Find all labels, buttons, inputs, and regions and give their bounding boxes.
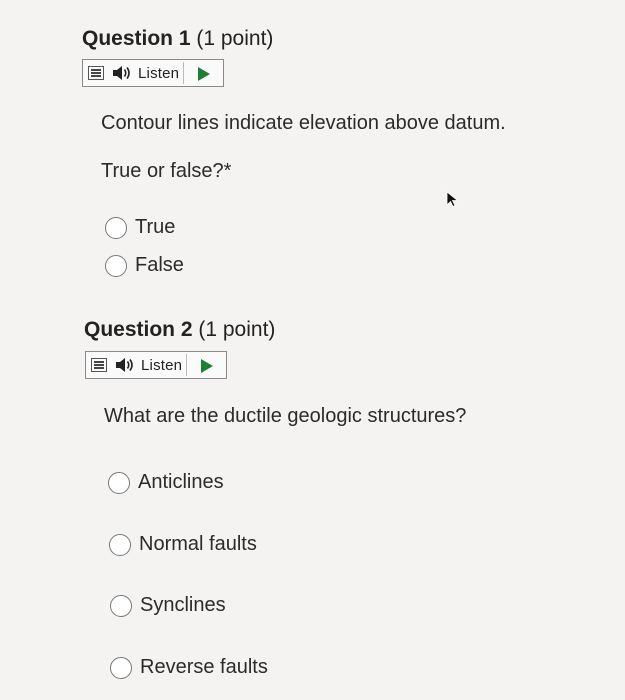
listen-button-q2[interactable]: Listen (141, 357, 182, 374)
question-2-option-reverse-faults[interactable]: Reverse faults (110, 656, 268, 679)
listen-toolbar-q2: Listen (85, 351, 227, 379)
option-label: Synclines (140, 594, 226, 616)
question-1-points: (1 point) (196, 27, 274, 50)
play-icon[interactable] (197, 67, 211, 86)
menu-icon[interactable] (88, 66, 104, 80)
question-2-prompt: What are the ductile geologic structures… (104, 405, 467, 427)
question-1-prompt-line-2: True or false?* (101, 160, 232, 182)
option-label: Reverse faults (140, 656, 268, 678)
option-label: True (135, 216, 176, 238)
question-2-option-anticlines[interactable]: Anticlines (108, 471, 224, 494)
mouse-pointer-icon (446, 191, 460, 212)
option-label: Normal faults (139, 533, 257, 555)
menu-icon[interactable] (91, 358, 107, 372)
radio-button[interactable] (109, 533, 131, 556)
toolbar-divider (183, 62, 184, 84)
toolbar-divider (186, 354, 187, 376)
speaker-icon (112, 65, 132, 81)
speaker-icon (115, 357, 135, 373)
radio-button[interactable] (105, 216, 127, 239)
question-2-points: (1 point) (198, 318, 276, 341)
radio-button[interactable] (110, 656, 132, 679)
option-label: False (135, 254, 184, 276)
question-1-prompt-line-1: Contour lines indicate elevation above d… (101, 112, 506, 134)
listen-toolbar-q1: Listen (82, 59, 224, 87)
question-2-title: Question 2 (84, 318, 193, 341)
listen-button-q1[interactable]: Listen (138, 65, 179, 82)
question-1-option-false[interactable]: False (105, 254, 184, 277)
question-1-option-true[interactable]: True (105, 216, 175, 239)
question-1-heading: Question 1 (1 point) (82, 27, 273, 51)
play-icon[interactable] (200, 359, 214, 378)
radio-button[interactable] (108, 471, 130, 494)
question-2-option-normal-faults[interactable]: Normal faults (109, 533, 257, 556)
radio-button[interactable] (105, 254, 127, 277)
option-label: Anticlines (138, 471, 224, 493)
question-2-heading: Question 2 (1 point) (84, 318, 275, 342)
radio-button[interactable] (110, 594, 132, 617)
question-2-option-synclines[interactable]: Synclines (110, 594, 226, 617)
question-1-title: Question 1 (82, 27, 191, 50)
